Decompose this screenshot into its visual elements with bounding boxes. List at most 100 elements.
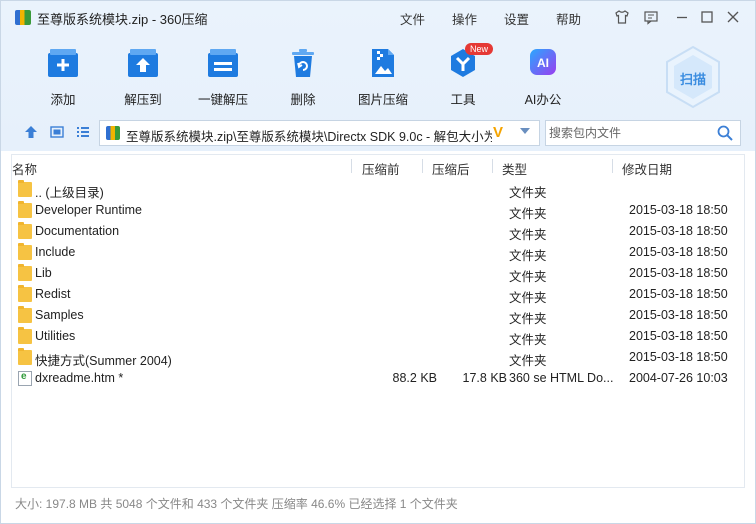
file-name: 快捷方式(Summer 2004) (35, 354, 172, 368)
file-modified: 2015-03-18 18:50 (629, 245, 728, 259)
file-list: 名称 压缩前 压缩后 类型 修改日期 .. (上级目录) 文件夹 Develop… (11, 154, 745, 488)
ai-office-button[interactable]: AI AI办公 (511, 47, 575, 107)
file-original-size: 17.8 KB (462, 371, 507, 385)
column-header-name[interactable]: 名称 (12, 159, 37, 178)
delete-label: 删除 (290, 93, 316, 107)
search-box (545, 120, 741, 146)
column-divider[interactable] (492, 159, 493, 173)
file-modified: 2015-03-18 18:50 (629, 350, 728, 364)
file-type: 文件夹 (509, 207, 547, 221)
close-icon[interactable] (724, 8, 742, 26)
verified-v-icon[interactable]: V (493, 124, 503, 141)
column-header-original[interactable]: 压缩后 (432, 159, 470, 178)
file-name: Documentation (35, 224, 120, 238)
column-header-row: 名称 压缩前 压缩后 类型 修改日期 (12, 155, 746, 179)
column-header-modified[interactable]: 修改日期 (622, 159, 672, 178)
file-type: 文件夹 (509, 333, 547, 347)
folder-icon (18, 327, 32, 344)
feedback-icon[interactable] (642, 8, 660, 26)
status-bar: 大小: 197.8 MB 共 5048 个文件和 433 个文件夹 压缩率 46… (11, 490, 745, 514)
file-compressed-size: 88.2 KB (392, 371, 437, 385)
file-type: 360 se HTML Do... (509, 371, 614, 385)
app-logo-icon (15, 10, 31, 25)
folder-icon (18, 306, 32, 323)
file-name: dxreadme.htm * (35, 371, 124, 385)
search-icon[interactable] (716, 124, 734, 142)
folder-icon (18, 201, 32, 218)
file-name: Include (35, 245, 76, 259)
scan-button[interactable]: 扫描 (661, 45, 725, 109)
file-name: Samples (35, 308, 84, 322)
file-row[interactable]: Lib 文件夹 2015-03-18 18:50 (12, 263, 746, 284)
file-modified: 2004-07-26 10:03 (629, 371, 728, 385)
image-compress-label: 图片压缩 (357, 93, 408, 107)
menu-settings[interactable]: 设置 (504, 9, 529, 28)
file-row[interactable]: Include 文件夹 2015-03-18 18:50 (12, 242, 746, 263)
maximize-icon[interactable] (698, 8, 716, 26)
menu-operation[interactable]: 操作 (452, 9, 477, 28)
extract-to-button[interactable]: 解压到 (111, 47, 175, 107)
file-row[interactable]: dxreadme.htm * 88.2 KB 17.8 KB 360 se HT… (12, 368, 746, 389)
column-divider[interactable] (422, 159, 423, 173)
file-type: 文件夹 (509, 354, 547, 368)
html-file-icon (18, 371, 32, 386)
ai-office-label: AI办公 (524, 93, 562, 107)
file-modified: 2015-03-18 18:50 (629, 329, 728, 343)
one-click-extract-button[interactable]: 一键解压 (191, 47, 255, 107)
delete-button[interactable]: 删除 (271, 47, 335, 107)
app-window: 至尊版系统模块.zip - 360压缩 文件 操作 设置 帮助 添加 解压到 一… (0, 0, 756, 524)
ai-office-icon: AI (526, 47, 560, 79)
file-row[interactable]: Developer Runtime 文件夹 2015-03-18 18:50 (12, 200, 746, 221)
image-compress-button[interactable]: 图片压缩 (351, 47, 415, 107)
file-row[interactable]: Samples 文件夹 2015-03-18 18:50 (12, 305, 746, 326)
folder-icon (18, 264, 32, 281)
menu-help[interactable]: 帮助 (556, 9, 581, 28)
extract-to-icon (126, 47, 160, 79)
column-header-type[interactable]: 类型 (502, 159, 527, 178)
folder-icon (18, 243, 32, 260)
add-button[interactable]: 添加 (31, 47, 95, 107)
file-name: Redist (35, 287, 71, 301)
address-path: 至尊版系统模块.zip\至尊版系统模块\Directx SDK 9.0c - 解… (126, 130, 492, 144)
menu-file[interactable]: 文件 (400, 9, 425, 28)
skin-shirt-icon[interactable] (613, 8, 631, 26)
file-name: Utilities (35, 329, 76, 343)
column-divider[interactable] (612, 159, 613, 173)
file-name: .. (上级目录) (35, 186, 104, 200)
file-type: 文件夹 (509, 249, 547, 263)
file-row[interactable]: Utilities 文件夹 2015-03-18 18:50 (12, 326, 746, 347)
scan-label: 扫描 (679, 72, 706, 87)
minimize-icon[interactable] (673, 8, 691, 26)
chevron-down-icon[interactable] (519, 125, 531, 140)
one-click-extract-icon (206, 47, 240, 79)
delete-icon (286, 47, 320, 79)
window-title: 至尊版系统模块.zip - 360压缩 (37, 12, 208, 27)
one-click-extract-label: 一键解压 (197, 93, 248, 107)
add-label: 添加 (50, 93, 76, 107)
file-row[interactable]: Documentation 文件夹 2015-03-18 18:50 (12, 221, 746, 242)
image-compress-icon (366, 47, 400, 79)
file-modified: 2015-03-18 18:50 (629, 308, 728, 322)
file-modified: 2015-03-18 18:50 (629, 224, 728, 238)
file-name: Developer Runtime (35, 203, 142, 217)
file-row[interactable]: Redist 文件夹 2015-03-18 18:50 (12, 284, 746, 305)
title-bar: 至尊版系统模块.zip - 360压缩 文件 操作 设置 帮助 (1, 1, 755, 33)
file-row[interactable]: .. (上级目录) 文件夹 (12, 179, 746, 200)
search-input[interactable] (549, 124, 709, 142)
add-icon (46, 47, 80, 79)
file-modified: 2015-03-18 18:50 (629, 287, 728, 301)
file-type: 文件夹 (509, 186, 547, 200)
up-arrow-icon[interactable] (23, 124, 39, 140)
column-divider[interactable] (351, 159, 352, 173)
file-modified: 2015-03-18 18:50 (629, 266, 728, 280)
ai-icon-text: AI (537, 56, 549, 70)
tools-button[interactable]: 工具 (431, 47, 495, 107)
list-view-icon[interactable] (75, 124, 91, 140)
thumbnail-view-icon[interactable] (49, 124, 65, 140)
file-type: 文件夹 (509, 291, 547, 305)
column-header-compressed[interactable]: 压缩前 (362, 159, 400, 178)
file-type: 文件夹 (509, 312, 547, 326)
file-row[interactable]: 快捷方式(Summer 2004) 文件夹 2015-03-18 18:50 (12, 347, 746, 368)
folder-icon (18, 222, 32, 239)
address-bar[interactable]: 至尊版系统模块.zip\至尊版系统模块\Directx SDK 9.0c - 解… (99, 120, 540, 146)
